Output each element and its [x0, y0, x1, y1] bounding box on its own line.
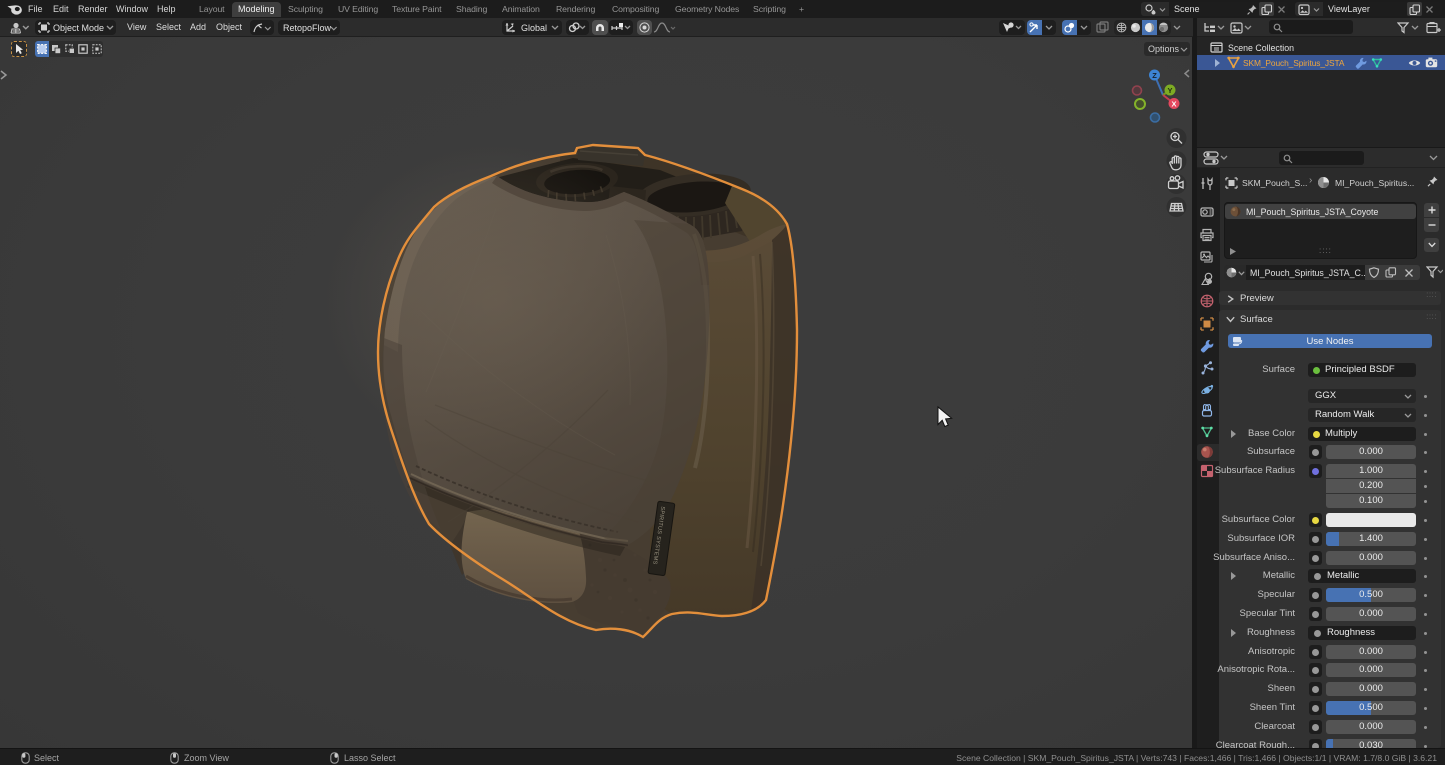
svg-text:X: X: [1171, 99, 1176, 108]
svg-text:Y: Y: [1167, 86, 1172, 95]
svg-text:Z: Z: [1152, 71, 1157, 80]
